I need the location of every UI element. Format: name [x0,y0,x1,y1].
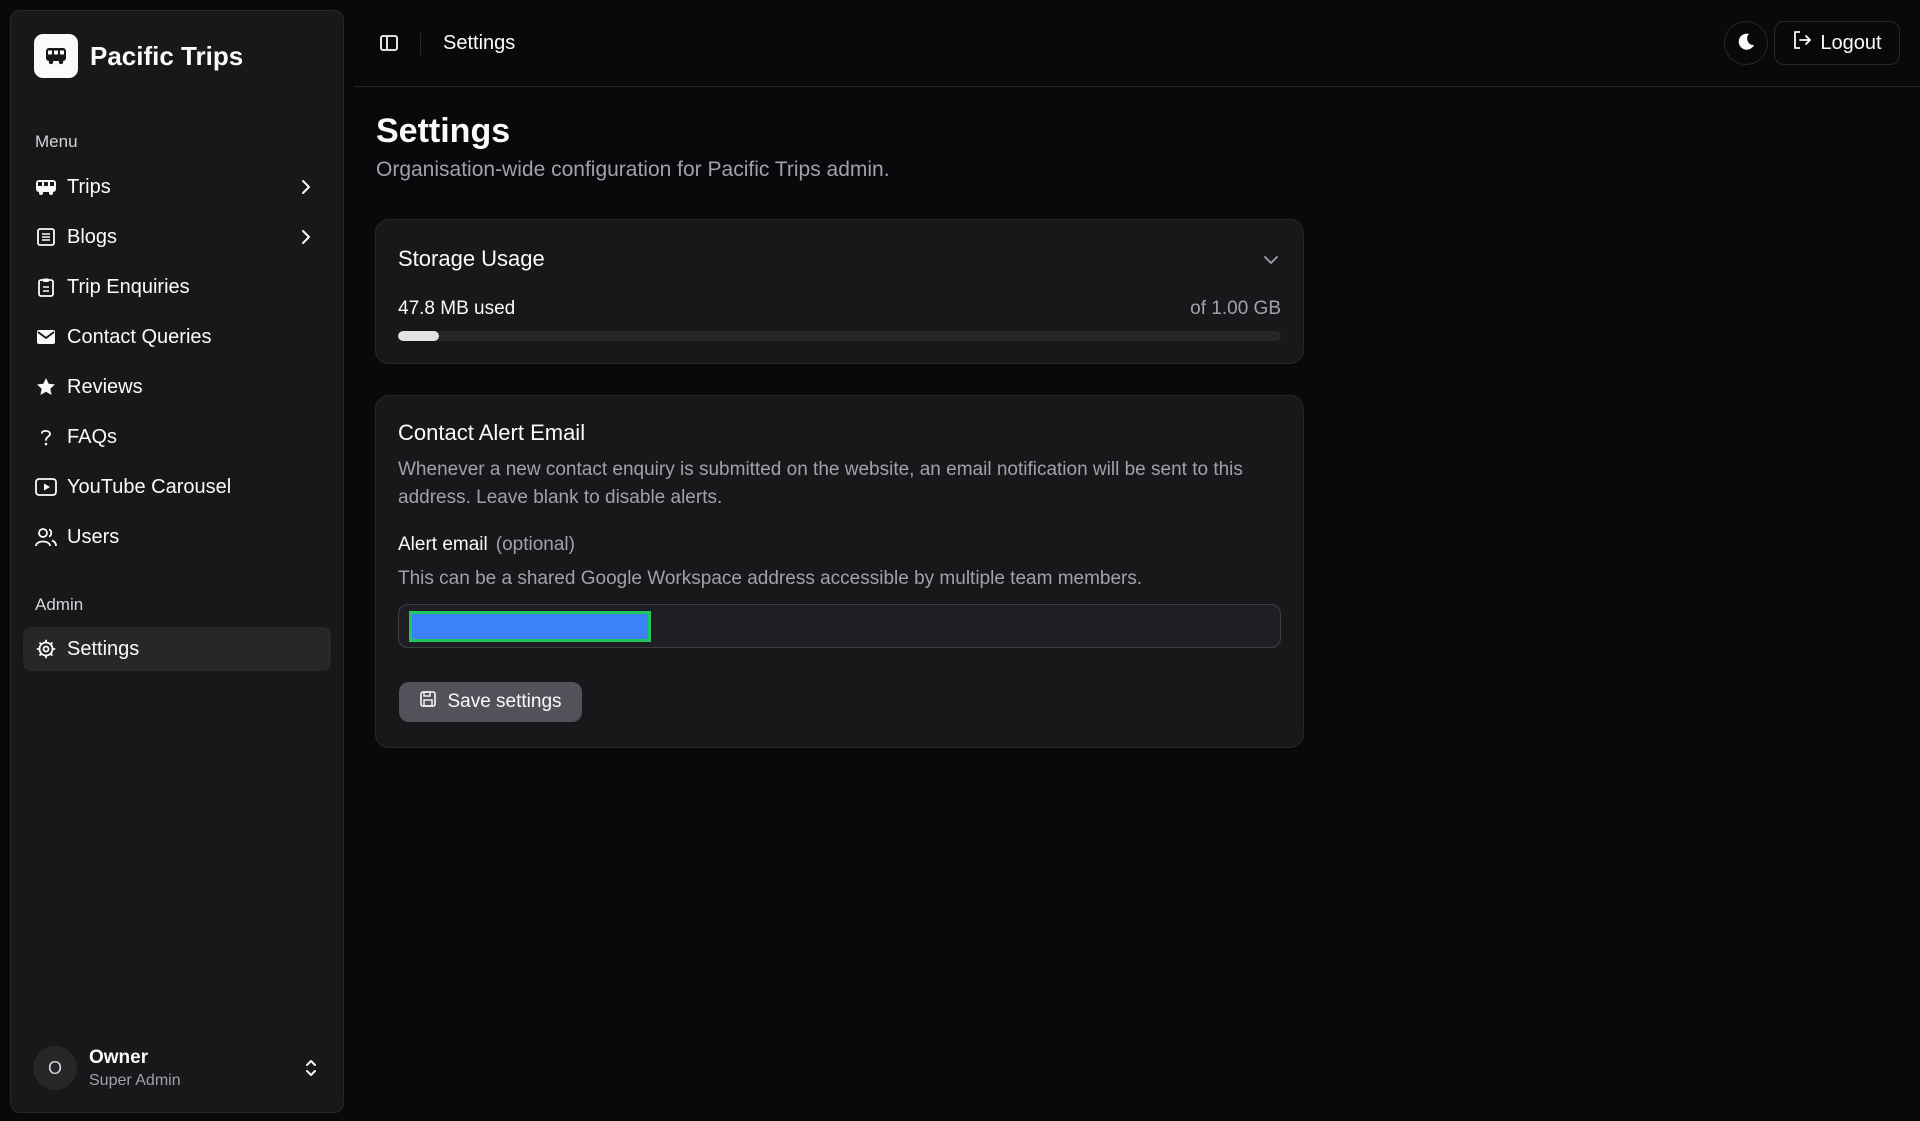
sidebar-toggle-icon[interactable] [378,32,400,54]
save-settings-button[interactable]: Save settings [399,682,582,722]
alert-email-label: Alert email (optional) [398,534,575,556]
bus-logo-icon [34,34,78,78]
admin-section-label: Admin [35,595,84,614]
storage-usage-card: Storage Usage 47.8 MB used of 1.00 GB [375,219,1304,364]
sidebar-item-label: Trips [67,175,111,198]
question-icon [35,426,57,448]
chevron-down-icon[interactable] [1261,250,1281,270]
user-role: Super Admin [89,1071,181,1089]
alert-email-help: This can be a shared Google Workspace ad… [398,568,1143,589]
storage-progress-fill [398,331,440,341]
logout-icon [1792,30,1812,56]
avatar: O [33,1046,77,1090]
logout-label: Logout [1820,31,1882,54]
brand-name: Pacific Trips [90,40,244,71]
gear-icon [35,638,57,660]
storage-card-title: Storage Usage [398,246,545,271]
sidebar-item-trip-enquiries[interactable]: Trip Enquiries [23,265,331,309]
save-settings-label: Save settings [447,691,562,712]
optional-hint: (optional) [495,534,575,555]
sidebar-item-label: Trip Enquiries [67,275,190,298]
save-icon [419,690,437,714]
sidebar-item-trips[interactable]: Trips [23,165,331,209]
user-info: Owner Super Admin [89,1047,181,1090]
chevron-right-icon [295,176,317,198]
youtube-icon [35,476,57,498]
breadcrumb: Settings [443,32,516,54]
sidebar-item-settings[interactable]: Settings [23,627,331,671]
list-icon [35,226,57,248]
mail-icon [35,326,57,348]
chevron-up-down-icon[interactable] [299,1055,323,1081]
topbar: Settings Logout [354,0,1920,87]
contact-alert-email-card: Contact Alert Email Whenever a new conta… [375,395,1304,748]
menu-section-label: Menu [35,132,78,151]
sidebar-item-label: FAQs [67,425,118,448]
sidebar-item-label: Users [67,525,120,548]
sidebar-item-faqs[interactable]: FAQs [23,415,331,459]
theme-toggle-button[interactable] [1724,21,1768,65]
sidebar-item-blogs[interactable]: Blogs [23,215,331,259]
star-icon [35,376,57,398]
bus-icon [35,176,57,198]
storage-total-text: of 1.00 GB [1190,298,1281,319]
sidebar-item-label: YouTube Carousel [67,475,232,498]
sidebar-item-label: Blogs [67,225,118,248]
user-menu[interactable]: O Owner Super Admin [33,1043,323,1093]
sidebar-item-reviews[interactable]: Reviews [23,365,331,409]
sidebar-item-label: Settings [67,637,140,660]
sidebar-item-users[interactable]: Users [23,515,331,559]
users-icon [35,526,57,548]
storage-used-text: 47.8 MB used [398,298,516,319]
alert-card-description: Whenever a new contact enquiry is submit… [398,459,1243,508]
user-name: Owner [89,1046,149,1068]
divider [420,33,421,55]
sidebar-item-label: Contact Queries [67,325,212,348]
page-subtitle: Organisation-wide configuration for Paci… [376,158,890,181]
page-title: Settings [376,112,511,150]
sidebar-item-youtube-carousel[interactable]: YouTube Carousel [23,465,331,509]
clipboard-icon [35,276,57,298]
storage-progress-bar [398,331,1281,341]
alert-card-title: Contact Alert Email [398,420,586,445]
moon-icon [1736,32,1756,55]
sidebar-item-contact-queries[interactable]: Contact Queries [23,315,331,359]
logout-button[interactable]: Logout [1774,21,1900,65]
chevron-right-icon [295,226,317,248]
alert-email-label-text: Alert email [398,534,488,555]
sidebar: Pacific Trips Menu Trips Blogs Trip Enqu… [10,10,344,1113]
alert-email-input[interactable] [398,604,1281,648]
brand[interactable]: Pacific Trips [34,34,243,78]
sidebar-item-label: Reviews [67,375,143,398]
